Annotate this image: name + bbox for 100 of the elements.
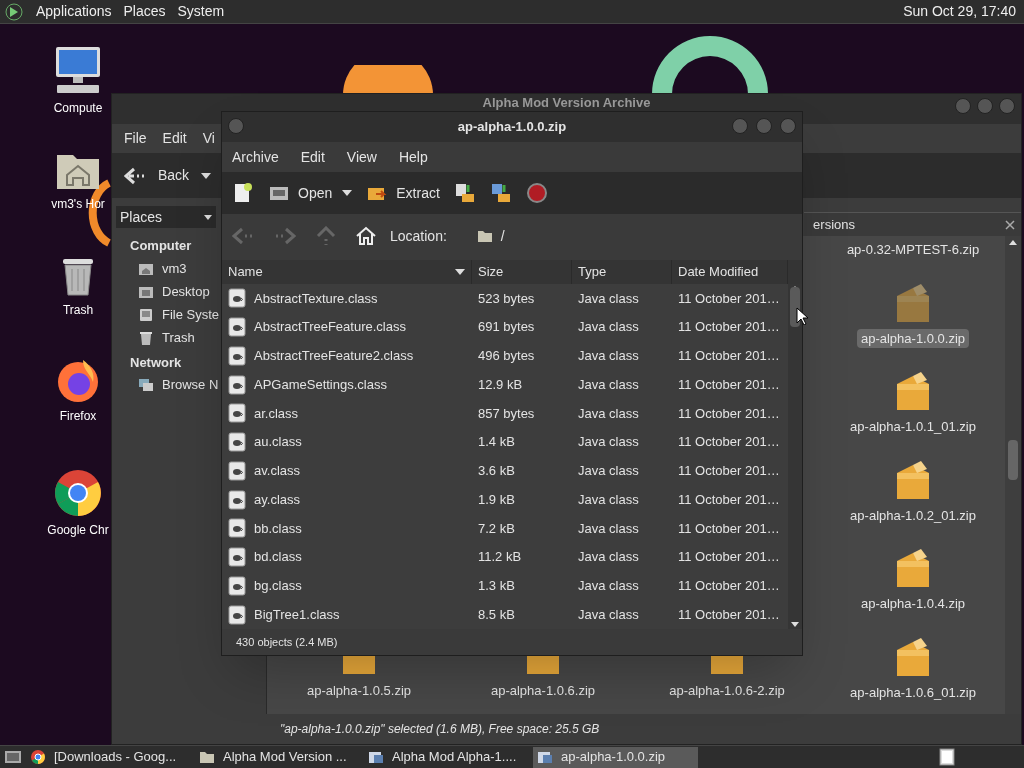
- sidebar-item[interactable]: Browse N: [130, 375, 219, 395]
- status-text: 430 objects (2.4 MB): [236, 634, 338, 650]
- new-archive-icon: [232, 182, 254, 204]
- file-row[interactable]: AbstractTreeFeature2.class 496 bytes Java class 11 October 201…: [222, 341, 788, 371]
- table-cell-text: Java class: [578, 318, 639, 337]
- desktop-icon-label[interactable]: Compute: [53, 99, 103, 117]
- java-class-file-icon: [228, 374, 246, 395]
- sidebar-item[interactable]: File Syste: [130, 304, 220, 325]
- menu-item[interactable]: Edit: [300, 146, 325, 168]
- table-cell-text: Java class: [578, 433, 639, 452]
- menu-item[interactable]: Edit: [162, 128, 187, 149]
- table-cell-text: AbstractTexture.class: [254, 289, 378, 308]
- show-desktop-icon: [4, 749, 22, 765]
- taskbar-button[interactable]: ap-alpha-1.0.0.zip: [533, 746, 698, 768]
- panel-menu[interactable]: Places: [123, 1, 166, 22]
- java-class-file-icon: [228, 345, 246, 366]
- drive-icon: [138, 306, 154, 323]
- sidebar-item[interactable]: vm3: [130, 258, 187, 279]
- toolbar-button[interactable]: Open: [268, 178, 333, 208]
- back-arrow-icon: [124, 166, 146, 185]
- file-name[interactable]: ap-alpha-1.0.4.zip: [856, 594, 970, 614]
- sidebar-item[interactable]: Trash: [130, 327, 195, 348]
- stop-icon: [525, 182, 548, 204]
- desktop-icon-label[interactable]: Trash: [62, 301, 94, 319]
- menu-item[interactable]: Archive: [232, 146, 279, 168]
- menu-item[interactable]: File: [124, 128, 147, 149]
- table-cell-text: Java class: [578, 605, 639, 624]
- taskbar-button[interactable]: Alpha Mod Alpha-1....: [364, 746, 529, 768]
- up-icon: [316, 226, 336, 246]
- window-control-button[interactable]: [977, 98, 993, 114]
- table-cell-text: 11 October 201…: [678, 404, 780, 423]
- clock: Sun Oct 29, 17:40: [903, 2, 1017, 21]
- panel-menu[interactable]: System: [177, 1, 225, 22]
- table-cell-text: 11 October 201…: [678, 318, 780, 337]
- window-control-button[interactable]: [780, 118, 796, 134]
- file-name[interactable]: ap-alpha-1.0.6.zip: [486, 680, 600, 700]
- table-cell-text: Java class: [578, 490, 639, 509]
- sort-arrow-icon: [455, 269, 465, 275]
- menu-item[interactable]: Help: [398, 146, 428, 168]
- trash-icon: [138, 329, 154, 346]
- file-row[interactable]: bd.class 11.2 kB Java class 11 October 201…: [222, 542, 788, 572]
- places-dropdown[interactable]: Places: [116, 206, 216, 228]
- file-row[interactable]: bg.class 1.3 kB Java class 11 October 201…: [222, 571, 788, 601]
- back-button[interactable]: Back: [120, 161, 216, 190]
- desktop-icon-label[interactable]: Firefox: [59, 407, 97, 425]
- file-row[interactable]: AbstractTreeFeature.class 691 bytes Java class 11 October 201…: [222, 312, 788, 342]
- desktop-icon-label[interactable]: Google Chr: [47, 521, 109, 539]
- table-cell-text: 11 October 201…: [678, 375, 780, 394]
- window-control-button[interactable]: [732, 118, 748, 134]
- toolbar-button[interactable]: Extract: [366, 178, 440, 208]
- table-cell-text: 12.9 kB: [478, 375, 523, 394]
- back-icon: [232, 227, 254, 245]
- file-row[interactable]: AbstractTexture.class 523 bytes Java class 11 October 201…: [222, 284, 788, 313]
- window-control-button[interactable]: [756, 118, 772, 134]
- file-name[interactable]: ap-alpha-1.0.2_01.zip: [846, 505, 980, 525]
- scroll-down-icon: [791, 622, 799, 627]
- file-name[interactable]: ap-alpha-1.0.6_01.zip: [846, 682, 980, 702]
- java-class-file-icon: [228, 547, 246, 568]
- home-icon: [356, 226, 376, 246]
- table-cell-text: Java class: [578, 519, 639, 538]
- scrollbar-thumb[interactable]: [1008, 440, 1018, 480]
- file-row[interactable]: au.class 1.4 kB Java class 11 October 201…: [222, 427, 788, 457]
- file-row[interactable]: bb.class 7.2 kB Java class 11 October 201…: [222, 514, 788, 543]
- taskbar-button[interactable]: [Downloads - Goog...: [26, 746, 191, 768]
- table-cell-text: 8.5 kB: [478, 605, 515, 624]
- taskbar-button[interactable]: Alpha Mod Version ...: [195, 746, 360, 768]
- add-folder-icon: [489, 182, 512, 204]
- java-class-file-icon: [228, 432, 246, 453]
- file-name[interactable]: ap-alpha-1.0.0.zip: [856, 328, 970, 348]
- scrollbar[interactable]: [1005, 236, 1021, 714]
- table-cell-text: 11 October 201…: [678, 577, 780, 596]
- table-cell-text: 11 October 201…: [678, 519, 780, 538]
- file-row[interactable]: av.class 3.6 kB Java class 11 October 201…: [222, 456, 788, 486]
- window-control-button[interactable]: [999, 98, 1015, 114]
- java-class-file-icon: [228, 489, 246, 510]
- caret-icon: [204, 214, 212, 220]
- menu-item[interactable]: View: [346, 146, 377, 168]
- table-cell-text: bb.class: [254, 519, 302, 538]
- file-row[interactable]: APGameSettings.class 12.9 kB Java class 11 October 201…: [222, 370, 788, 399]
- file-name[interactable]: ap-0.32-MPTEST-6.zip: [842, 240, 984, 260]
- window-menu-button[interactable]: [228, 118, 244, 134]
- table-cell-text: 11 October 201…: [678, 490, 780, 509]
- sidebar-item[interactable]: Desktop: [130, 281, 210, 302]
- forward-icon: [274, 227, 296, 245]
- table-cell-text: AbstractTreeFeature2.class: [254, 347, 414, 366]
- chrome-icon: [30, 749, 46, 765]
- file-row[interactable]: ay.class 1.9 kB Java class 11 October 201…: [222, 485, 788, 514]
- menu-item[interactable]: Vi: [202, 128, 215, 149]
- file-row[interactable]: BigTree1.class 8.5 kB Java class 11 October 201…: [222, 600, 788, 629]
- file-name[interactable]: ap-alpha-1.0.1_01.zip: [846, 417, 980, 437]
- scrollbar[interactable]: [788, 284, 802, 629]
- file-name[interactable]: ap-alpha-1.0.6-2.zip: [665, 680, 789, 700]
- window-control-button[interactable]: [955, 98, 971, 114]
- location-field[interactable]: /: [466, 221, 802, 251]
- java-class-file-icon: [228, 403, 246, 424]
- table-cell-text: ay.class: [254, 490, 300, 509]
- file-name[interactable]: ap-alpha-1.0.5.zip: [302, 680, 416, 700]
- table-cell-text: Java class: [578, 548, 639, 567]
- panel-menu[interactable]: Applications: [36, 1, 112, 22]
- file-row[interactable]: ar.class 857 bytes Java class 11 October 201…: [222, 399, 788, 428]
